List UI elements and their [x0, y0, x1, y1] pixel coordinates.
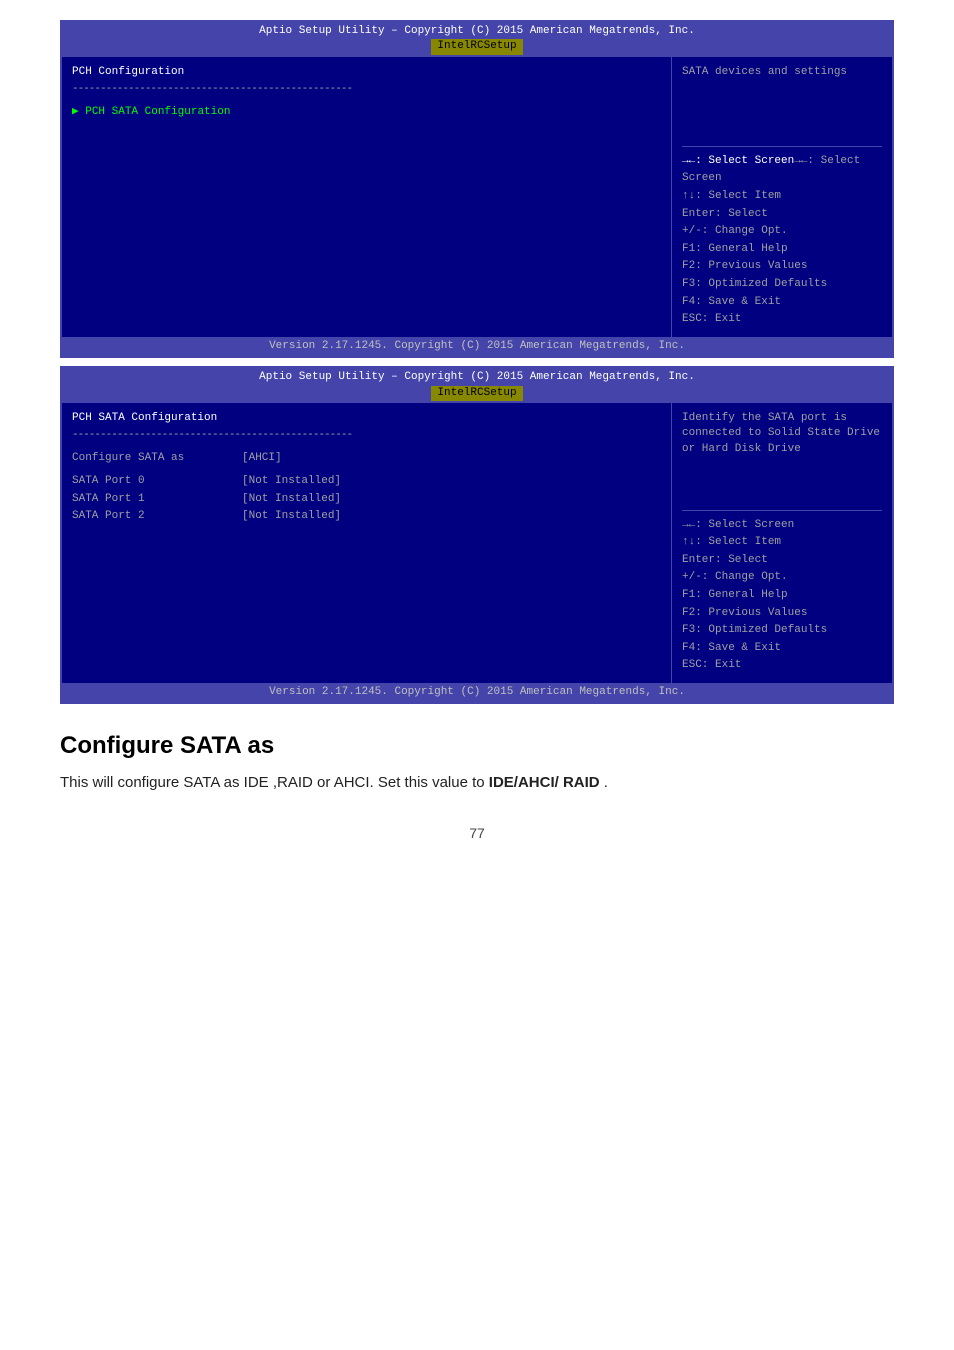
page-number: 77	[60, 825, 894, 841]
bios-title-bar-1: Aptio Setup Utility – Copyright (C) 2015…	[62, 22, 892, 57]
bios-right-panel-2: Identify the SATA port is connected to S…	[672, 403, 892, 683]
bios-footer-1: Version 2.17.1245. Copyright (C) 2015 Am…	[62, 337, 892, 356]
text-body: This will configure SATA as IDE ,RAID or…	[60, 772, 894, 795]
help-line-2-9: ESC: Exit	[682, 657, 882, 675]
help-line-1-3: Enter: Select	[682, 206, 882, 224]
config-label-configure: Configure SATA as	[72, 451, 232, 466]
bios-config-row-port2: SATA Port 2 [Not Installed]	[72, 508, 661, 525]
bios-title-text-1: Aptio Setup Utility – Copyright (C) 2015…	[259, 25, 695, 37]
help-line-2-3: Enter: Select	[682, 552, 882, 570]
bios-body-2: PCH SATA Configuration -----------------…	[62, 403, 892, 683]
bios-divider-2: ----------------------------------------…	[72, 428, 661, 443]
bios-config-row-port1: SATA Port 1 [Not Installed]	[72, 491, 661, 508]
help-line-2-2: ↑↓: Select Item	[682, 534, 882, 552]
config-value-port2: [Not Installed]	[242, 509, 341, 524]
bios-body-1: PCH Configuration ----------------------…	[62, 57, 892, 337]
help-line-1-7: F3: Optimized Defaults	[682, 276, 882, 294]
bios-left-panel-1: PCH Configuration ----------------------…	[62, 57, 672, 337]
help-line-2-8: F4: Save & Exit	[682, 640, 882, 658]
bios-screen-2: Aptio Setup Utility – Copyright (C) 2015…	[60, 366, 894, 704]
help-line-2-7: F3: Optimized Defaults	[682, 622, 882, 640]
text-body-end: .	[600, 774, 608, 791]
bios-help-1: →←: Select Screen→←: Select Screen ↑↓: S…	[682, 146, 882, 329]
bios-footer-2: Version 2.17.1245. Copyright (C) 2015 Am…	[62, 683, 892, 702]
config-value-port0: [Not Installed]	[242, 474, 341, 489]
bios-tab-2[interactable]: IntelRCSetup	[431, 386, 522, 401]
help-line-1-1: →←: Select Screen→←: Select Screen	[682, 153, 882, 188]
config-label-port1: SATA Port 1	[72, 492, 232, 507]
config-label-port2: SATA Port 2	[72, 509, 232, 524]
help-line-1-6: F2: Previous Values	[682, 258, 882, 276]
bios-tab-1[interactable]: IntelRCSetup	[431, 39, 522, 54]
config-value-port1: [Not Installed]	[242, 492, 341, 507]
bios-menu-item-pch-sata[interactable]: ▶ PCH SATA Configuration	[72, 104, 661, 121]
config-label-port0: SATA Port 0	[72, 474, 232, 489]
bios-config-row-configure[interactable]: Configure SATA as [AHCI]	[72, 450, 661, 467]
config-value-configure: [AHCI]	[242, 451, 282, 466]
bios-divider-1: ----------------------------------------…	[72, 82, 661, 97]
bios-help-2: →←: Select Screen ↑↓: Select Item Enter:…	[682, 510, 882, 675]
help-line-2-1: →←: Select Screen	[682, 517, 882, 535]
help-line-1-9: ESC: Exit	[682, 311, 882, 329]
help-line-1-8: F4: Save & Exit	[682, 294, 882, 312]
help-line-1-5: F1: General Help	[682, 241, 882, 259]
bios-left-panel-2: PCH SATA Configuration -----------------…	[62, 403, 672, 683]
bios-description-2: Identify the SATA port is connected to S…	[682, 411, 882, 457]
bios-right-panel-1: SATA devices and settings →←: Select Scr…	[672, 57, 892, 337]
help-line-1-4: +/-: Change Opt.	[682, 223, 882, 241]
help-line-2-6: F2: Previous Values	[682, 605, 882, 623]
bios-menu-item-label-1: ▶ PCH SATA Configuration	[72, 105, 230, 120]
bios-title-bar-2: Aptio Setup Utility – Copyright (C) 2015…	[62, 368, 892, 403]
help-line-1-2: ↑↓: Select Item	[682, 188, 882, 206]
text-section: Configure SATA as This will configure SA…	[60, 712, 894, 805]
bios-section-title-2: PCH SATA Configuration	[72, 411, 661, 426]
bios-config-row-port0: SATA Port 0 [Not Installed]	[72, 473, 661, 490]
help-line-2-5: F1: General Help	[682, 587, 882, 605]
text-heading: Configure SATA as	[60, 732, 894, 760]
bios-section-title-1: PCH Configuration	[72, 65, 661, 80]
help-line-2-4: +/-: Change Opt.	[682, 569, 882, 587]
bios-screen-1: Aptio Setup Utility – Copyright (C) 2015…	[60, 20, 894, 358]
text-body-bold: IDE/AHCI/ RAID	[489, 774, 600, 791]
text-body-normal: This will configure SATA as IDE ,RAID or…	[60, 774, 489, 791]
bios-title-text-2: Aptio Setup Utility – Copyright (C) 2015…	[259, 371, 695, 383]
bios-description-1: SATA devices and settings	[682, 65, 882, 80]
